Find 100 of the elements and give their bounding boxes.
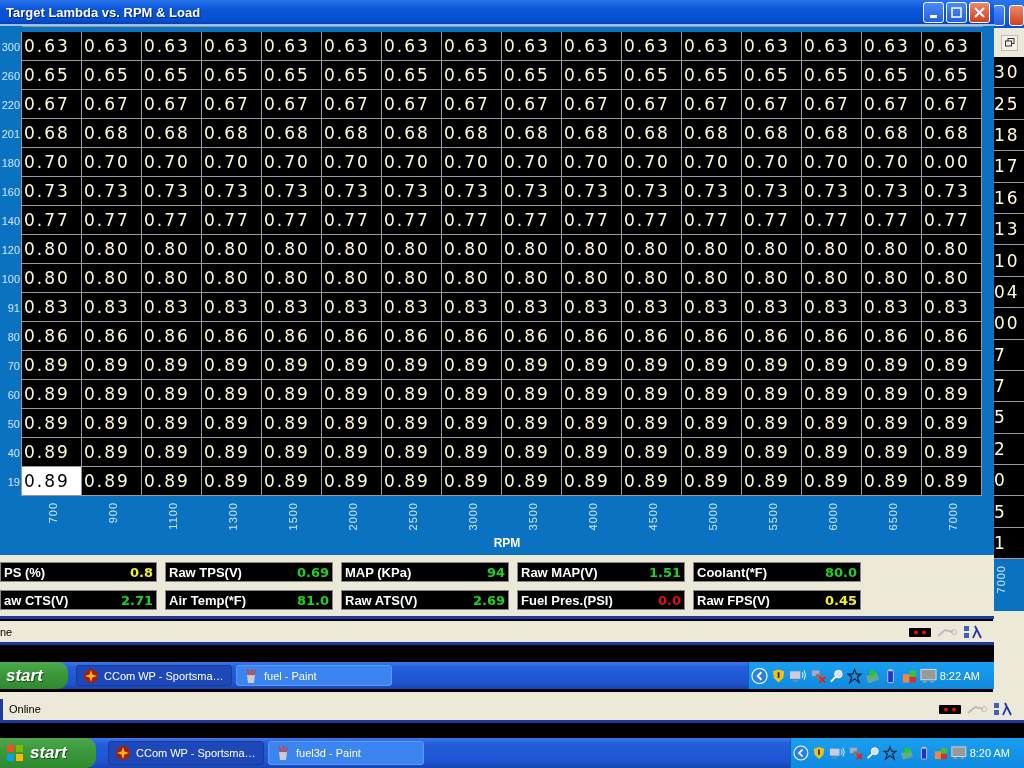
- table-cell[interactable]: 0.63: [322, 32, 382, 61]
- table-cell[interactable]: 0.65: [862, 61, 922, 90]
- table-cell[interactable]: 0.68: [622, 119, 682, 148]
- table-cell[interactable]: 0.89: [142, 380, 202, 409]
- table-cell[interactable]: 0.86: [682, 322, 742, 351]
- table-cell[interactable]: 0.80: [202, 235, 262, 264]
- table-cell[interactable]: 0.67: [82, 90, 142, 119]
- table-cell[interactable]: 0.80: [142, 264, 202, 293]
- table-cell[interactable]: 0.77: [322, 206, 382, 235]
- table-cell[interactable]: 0.73: [382, 177, 442, 206]
- table-cell[interactable]: 0.89: [382, 467, 442, 496]
- table-cell[interactable]: 0.89: [562, 409, 622, 438]
- table-cell[interactable]: 0.89: [382, 409, 442, 438]
- table-cell[interactable]: 0.89: [22, 438, 82, 467]
- table-cell[interactable]: 0.86: [382, 322, 442, 351]
- table-cell[interactable]: 0.65: [922, 61, 982, 90]
- table-cell[interactable]: 0.63: [622, 32, 682, 61]
- table-cell[interactable]: 0.67: [142, 90, 202, 119]
- table-cell[interactable]: 0.73: [502, 177, 562, 206]
- table-cell[interactable]: 0.65: [442, 61, 502, 90]
- table-cell[interactable]: 0.67: [382, 90, 442, 119]
- table-cell[interactable]: 0.73: [742, 177, 802, 206]
- table-cell[interactable]: 0.89: [22, 351, 82, 380]
- table-cell[interactable]: 0.89: [502, 351, 562, 380]
- table-cell[interactable]: 0.83: [82, 293, 142, 322]
- table-cell[interactable]: 0.83: [262, 293, 322, 322]
- table-cell[interactable]: 0.86: [322, 322, 382, 351]
- table-cell[interactable]: 0.89: [82, 467, 142, 496]
- table-cell[interactable]: 0.89: [682, 467, 742, 496]
- table-cell[interactable]: 0.70: [562, 148, 622, 177]
- table-cell[interactable]: 0.77: [502, 206, 562, 235]
- table-cell[interactable]: 0.86: [862, 322, 922, 351]
- table-cell[interactable]: 0.68: [442, 119, 502, 148]
- table-cell[interactable]: 0.68: [22, 119, 82, 148]
- table-cell[interactable]: 0.80: [922, 264, 982, 293]
- table-cell[interactable]: 0.70: [502, 148, 562, 177]
- table-cell[interactable]: 0.77: [802, 206, 862, 235]
- table-cell[interactable]: 0.77: [262, 206, 322, 235]
- table-cell[interactable]: 0.70: [82, 148, 142, 177]
- table-cell[interactable]: 0.89: [262, 409, 322, 438]
- table-cell[interactable]: 0.89: [922, 351, 982, 380]
- table-cell[interactable]: 0.65: [742, 61, 802, 90]
- table-cell[interactable]: 0.80: [22, 264, 82, 293]
- minimize-button[interactable]: [923, 1, 944, 23]
- table-cell[interactable]: 0.77: [382, 206, 442, 235]
- table-cell[interactable]: 0.73: [562, 177, 622, 206]
- table-cell[interactable]: 0.89: [82, 380, 142, 409]
- table-cell[interactable]: 0.89: [622, 409, 682, 438]
- table-cell[interactable]: 0.89: [322, 380, 382, 409]
- table-cell[interactable]: 0.89: [442, 380, 502, 409]
- table-cell[interactable]: 0.68: [682, 119, 742, 148]
- table-cell[interactable]: 0.80: [622, 264, 682, 293]
- table-cell[interactable]: 0.80: [682, 235, 742, 264]
- table-cell[interactable]: 0.86: [22, 322, 82, 351]
- table-cell[interactable]: 0.67: [502, 90, 562, 119]
- table-cell[interactable]: 0.89: [922, 467, 982, 496]
- table-cell[interactable]: 0.89: [682, 409, 742, 438]
- table-cell[interactable]: 0.67: [922, 90, 982, 119]
- table-cell[interactable]: 0.80: [262, 235, 322, 264]
- table-cell[interactable]: 0.89: [802, 380, 862, 409]
- table-cell[interactable]: 0.80: [502, 235, 562, 264]
- table-cell[interactable]: 0.80: [802, 264, 862, 293]
- table-cell[interactable]: 0.89: [682, 380, 742, 409]
- table-cell[interactable]: 0.68: [322, 119, 382, 148]
- table-cell[interactable]: 0.89: [562, 351, 622, 380]
- table-cell[interactable]: 0.89: [622, 380, 682, 409]
- table-cell[interactable]: 0.89: [502, 467, 562, 496]
- table-cell[interactable]: 0.89: [442, 409, 502, 438]
- table-cell[interactable]: 0.80: [862, 264, 922, 293]
- table-cell[interactable]: 0.83: [682, 293, 742, 322]
- table-cell[interactable]: 0.83: [922, 293, 982, 322]
- table-cell[interactable]: 0.89: [322, 409, 382, 438]
- table-cell[interactable]: 0.65: [262, 61, 322, 90]
- table-cell[interactable]: 0.89: [22, 467, 82, 496]
- table-cell[interactable]: 0.89: [262, 351, 322, 380]
- table-cell[interactable]: 0.68: [742, 119, 802, 148]
- table-cell[interactable]: 0.68: [802, 119, 862, 148]
- table-cell[interactable]: 0.63: [862, 32, 922, 61]
- table-cell[interactable]: 0.89: [862, 380, 922, 409]
- table-cell[interactable]: 0.80: [802, 235, 862, 264]
- table-cell[interactable]: 0.65: [622, 61, 682, 90]
- table-cell[interactable]: 0.80: [262, 264, 322, 293]
- table-cell[interactable]: 0.89: [862, 438, 922, 467]
- table-cell[interactable]: 0.86: [262, 322, 322, 351]
- table-cell[interactable]: 0.80: [442, 235, 502, 264]
- table-cell[interactable]: 0.83: [862, 293, 922, 322]
- table-cell[interactable]: 0.89: [382, 351, 442, 380]
- table-cell[interactable]: 0.63: [22, 32, 82, 61]
- table-cell[interactable]: 0.73: [142, 177, 202, 206]
- table-cell[interactable]: 0.86: [202, 322, 262, 351]
- table-cell[interactable]: 0.89: [382, 438, 442, 467]
- table-cell[interactable]: 0.65: [22, 61, 82, 90]
- table-cell[interactable]: 0.73: [322, 177, 382, 206]
- table-cell[interactable]: 0.89: [82, 438, 142, 467]
- table-cell[interactable]: 0.80: [742, 235, 802, 264]
- table-cell[interactable]: 0.89: [682, 438, 742, 467]
- table-cell[interactable]: 0.67: [862, 90, 922, 119]
- table-cell[interactable]: 0.67: [682, 90, 742, 119]
- table-cell[interactable]: 0.89: [562, 467, 622, 496]
- table-cell[interactable]: 0.80: [82, 264, 142, 293]
